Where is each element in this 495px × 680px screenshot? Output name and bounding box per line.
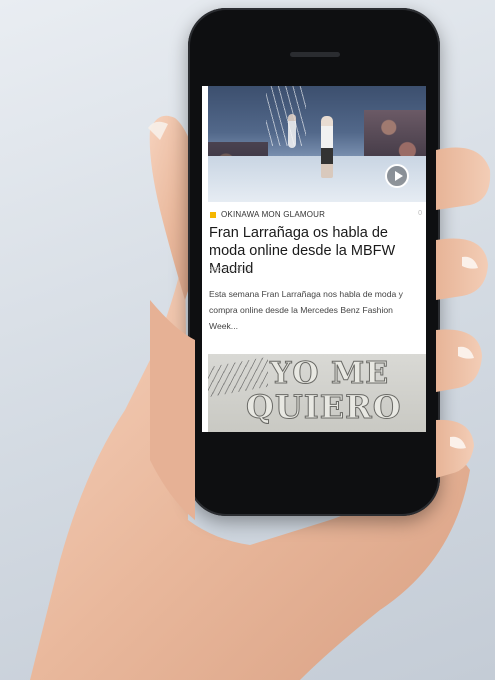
hero-model-background — [288, 114, 296, 148]
article-date: ago 21, 2013 — [210, 266, 251, 273]
image-text-line1: YO ME — [269, 356, 390, 392]
category-marker — [210, 212, 216, 218]
hero-model — [321, 116, 333, 178]
comment-count: 0 — [418, 210, 422, 217]
category-row: OKINAWA MON GLAMOUR 0 — [210, 210, 424, 222]
second-article-image[interactable]: YO ME QUIERO — [208, 354, 426, 432]
play-icon[interactable] — [385, 164, 409, 188]
image-text-line2: QUIERO — [246, 388, 402, 427]
hero-decor-stripes — [266, 86, 306, 146]
phone-screen: OKINAWA MON GLAMOUR 0 Fran Larrañaga os … — [202, 86, 426, 432]
phone-speaker — [290, 52, 340, 57]
category-label[interactable]: OKINAWA MON GLAMOUR — [221, 210, 325, 219]
article-excerpt: Esta semana Fran Larrañaga nos habla de … — [209, 289, 403, 331]
